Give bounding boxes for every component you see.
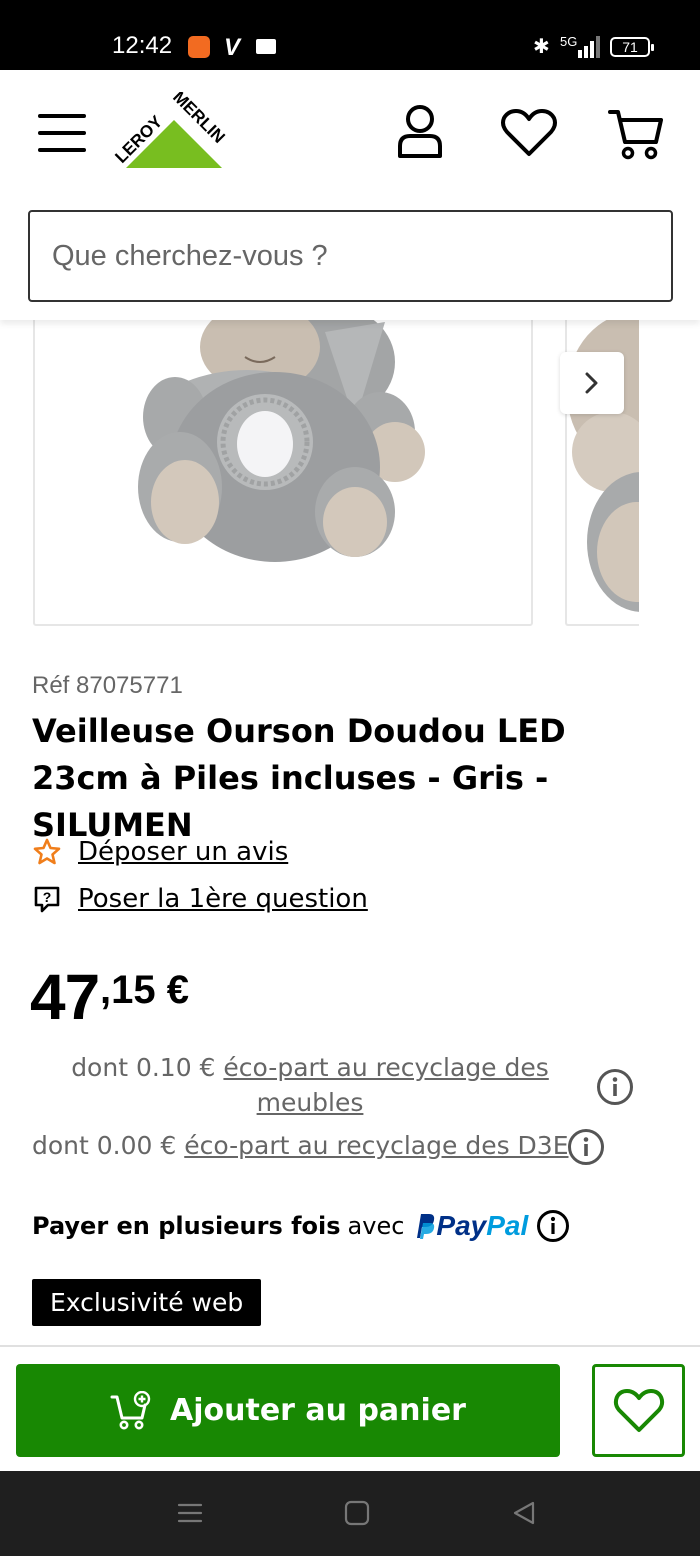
installment-with: avec <box>347 1212 405 1240</box>
wishlist-icon[interactable] <box>500 108 558 158</box>
eco-part-d3e-link[interactable]: éco-part au recyclage des D3E <box>184 1131 568 1160</box>
app-v-notification-icon: V <box>224 34 241 61</box>
info-icon[interactable] <box>536 1209 570 1243</box>
question-bubble-icon: ? <box>34 886 60 913</box>
product-gallery <box>0 320 700 640</box>
account-icon[interactable] <box>392 104 448 160</box>
info-icon[interactable] <box>596 1068 634 1106</box>
installment-label: Payer en plusieurs fois <box>32 1212 341 1240</box>
bluetooth-icon: ✱ <box>533 34 550 58</box>
cart-icon[interactable] <box>608 108 664 160</box>
info-icon[interactable] <box>567 1128 605 1166</box>
eco-part-d3e: dont 0.00 € éco-part au recyclage des D3… <box>32 1128 569 1163</box>
web-exclusive-badge: Exclusivité web <box>32 1279 262 1326</box>
recent-apps-icon[interactable] <box>176 1499 204 1527</box>
add-to-cart-icon <box>110 1390 151 1429</box>
installment-payment: Payer en plusieurs fois avec Pay Pal <box>32 1206 570 1246</box>
system-navigation-bar <box>0 1471 700 1556</box>
battery-icon: 71 <box>610 37 654 57</box>
eco-part-furniture-amount: dont 0.10 € <box>71 1053 216 1082</box>
star-icon <box>33 838 61 865</box>
svg-text:?: ? <box>43 889 52 905</box>
site-header: LEROY MERLIN <box>0 70 700 320</box>
eco-part-furniture: dont 0.10 € éco-part au recyclage des me… <box>40 1050 580 1120</box>
menu-icon[interactable] <box>38 114 86 152</box>
review-link-row[interactable]: Déposer un avis <box>32 834 288 870</box>
status-bar: 12:42 V ✱ 5G 71 <box>0 0 700 70</box>
product-image[interactable] <box>33 320 533 626</box>
product-title: Veilleuse Ourson Doudou LED 23cm à Piles… <box>32 712 566 844</box>
add-to-cart-button[interactable]: Ajouter au panier <box>16 1364 560 1457</box>
eco-part-d3e-amount: dont 0.00 € <box>32 1131 177 1160</box>
paypal-pay-text: Pay <box>436 1210 487 1241</box>
heart-icon <box>613 1388 664 1432</box>
app-notification-icon <box>188 36 210 58</box>
write-review-link[interactable]: Déposer un avis <box>78 837 288 867</box>
price-decimal: ,15 € <box>100 968 189 1012</box>
ask-question-link[interactable]: Poser la 1ère question <box>78 884 368 914</box>
leroy-merlin-logo[interactable]: LEROY MERLIN <box>108 92 242 172</box>
mail-notification-icon <box>256 39 276 54</box>
home-icon[interactable] <box>343 1499 371 1527</box>
paypal-logo: Pay Pal <box>412 1210 528 1242</box>
eco-part-furniture-link[interactable]: éco-part au recyclage des meubles <box>223 1053 548 1117</box>
bottom-action-bar: Ajouter au panier <box>0 1345 700 1471</box>
paypal-pal-text: Pal <box>486 1210 529 1241</box>
question-link-row[interactable]: ? Poser la 1ère question <box>32 881 368 917</box>
price-integer: 47 <box>30 961 100 1033</box>
chevron-right-icon <box>585 372 598 394</box>
add-to-cart-label: Ajouter au panier <box>170 1393 466 1428</box>
signal-icon <box>578 36 600 58</box>
back-icon[interactable] <box>510 1499 538 1527</box>
status-time: 12:42 <box>112 32 173 59</box>
search-input[interactable] <box>52 236 642 276</box>
product-reference: Réf 87075771 <box>32 672 183 699</box>
search-box[interactable] <box>28 210 673 302</box>
add-to-wishlist-button[interactable] <box>592 1364 685 1457</box>
gallery-next-button[interactable] <box>560 352 624 414</box>
bear-nightlight-image <box>138 320 425 562</box>
paypal-icon <box>417 1214 435 1239</box>
network-type: 5G <box>560 34 578 49</box>
